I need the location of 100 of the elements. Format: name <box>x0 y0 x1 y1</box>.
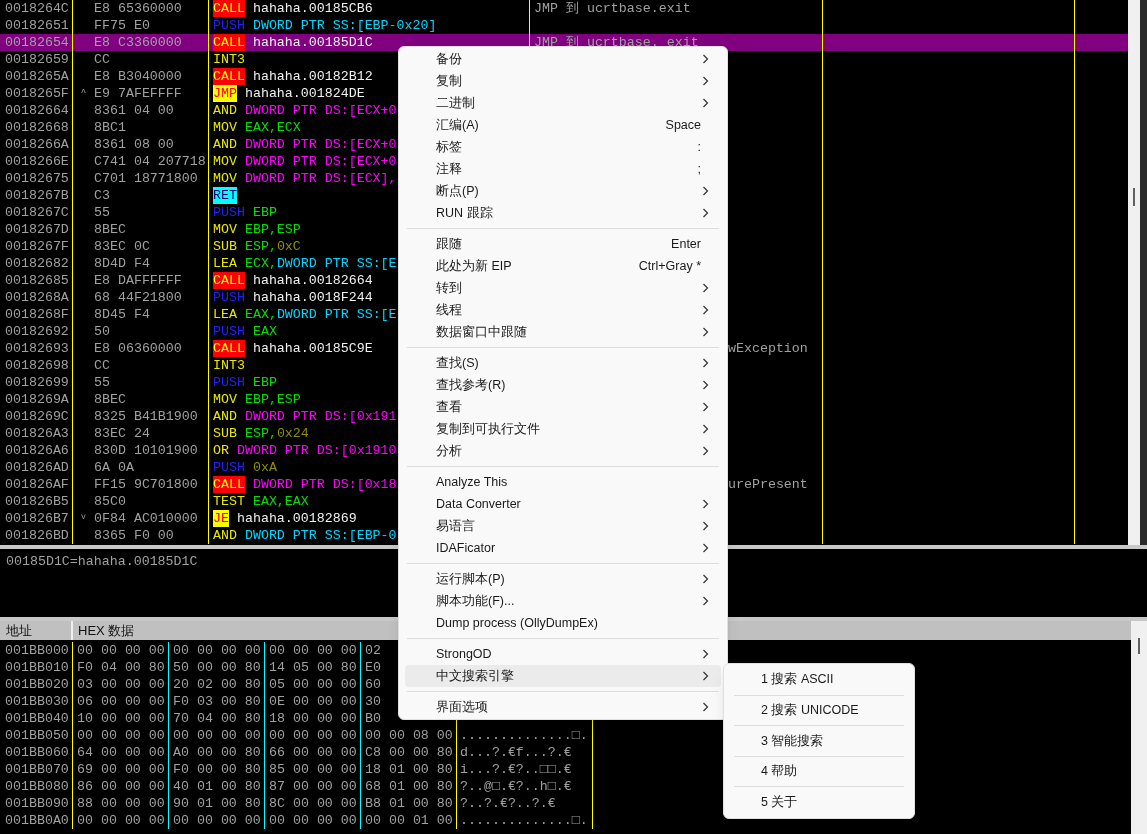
address-text: 00182659 <box>0 51 73 68</box>
menu-item[interactable]: 注释 ; <box>405 158 721 180</box>
hex-bytes: 68 44F21800 <box>94 289 182 306</box>
menu-item[interactable]: 标签 : <box>405 136 721 158</box>
menu-item[interactable]: 脚本功能(F)... <box>405 590 721 612</box>
menu-item[interactable]: 2 搜索 UNICODE <box>724 695 914 726</box>
hex-bytes: 00 00 00 00 <box>77 813 165 828</box>
menu-item[interactable]: 复制到可执行文件 <box>405 418 721 440</box>
menu-item[interactable]: Analyze This <box>405 471 721 493</box>
operand-text: DWORD PTR DS:[0x18 <box>252 476 397 493</box>
address-text: 0018266A <box>0 136 73 153</box>
mnemonic-text: INT3 <box>213 51 245 68</box>
hex-bytes: 830D 10101900 <box>94 442 198 459</box>
mnemonic-text: MOV <box>213 119 237 136</box>
shortcut-text: ; <box>697 160 701 178</box>
menu-item[interactable]: 5 关于 <box>724 787 914 817</box>
menu-item[interactable]: 线程 <box>405 299 721 321</box>
menu-item[interactable]: 中文搜索引擎 <box>405 665 721 687</box>
chevron-right-icon <box>702 499 709 509</box>
menu-item[interactable]: 数据窗口中跟随 <box>405 321 721 343</box>
menu-item[interactable]: 1 搜索 ASCII <box>724 665 914 695</box>
address-text: 001826B5 <box>0 493 73 510</box>
address-text: 001BB090 <box>0 795 73 812</box>
scrollbar[interactable] <box>1128 0 1140 545</box>
mnemonic-text: PUSH <box>213 17 245 34</box>
hex-bytes: FF75 E0 <box>94 17 150 34</box>
scrollbar[interactable] <box>1131 621 1147 834</box>
menu-item[interactable]: 二进制 <box>405 92 721 114</box>
hex-bytes: F0 04 00 80 <box>77 660 165 675</box>
menu-item[interactable]: 转到 <box>405 277 721 299</box>
hex-bytes: E8 C3360000 <box>94 34 182 51</box>
operand-text: EBP,ESP <box>244 221 301 238</box>
menu-item[interactable]: 运行脚本(P) <box>405 568 721 590</box>
menu-item[interactable]: 备份 <box>405 48 721 70</box>
hex-bytes: 05 00 00 00 <box>269 677 357 692</box>
hex-bytes: E9 7AFEFFFF <box>94 85 182 102</box>
menu-item[interactable]: 查看 <box>405 396 721 418</box>
menu-item[interactable]: 3 智能搜索 <box>724 726 914 756</box>
menu-item[interactable]: RUN 跟踪 <box>405 202 721 224</box>
hex-bytes: E8 B3040000 <box>94 68 182 85</box>
hex-bytes: 55 <box>94 204 110 221</box>
menu-item[interactable]: 汇编(A) Space <box>405 114 721 136</box>
menu-item[interactable]: StrongOD <box>405 643 721 665</box>
address-text: 0018269C <box>0 408 73 425</box>
hex-bytes: C8 00 00 80 <box>365 745 453 760</box>
address-text: 001BB020 <box>0 676 73 693</box>
hex-bytes: 88 00 00 00 <box>77 796 165 811</box>
address-text: 00182675 <box>0 170 73 187</box>
hex-bytes: FF15 9C701800 <box>94 476 198 493</box>
menu-item[interactable]: 此处为新 EIP Ctrl+Gray * <box>405 255 721 277</box>
menu-item[interactable]: IDAFicator <box>405 537 721 559</box>
address-text: 0018267D <box>0 221 73 238</box>
menu-item[interactable]: Dump process (OllyDumpEx) <box>405 612 721 634</box>
operand-text: EAX,DWORD PTR SS:[E <box>244 306 397 323</box>
hex-bytes: E8 06360000 <box>94 340 182 357</box>
menu-item[interactable]: Data Converter <box>405 493 721 515</box>
chevron-right-icon <box>702 54 709 64</box>
ascii-text: ?..@□.€?..h□.€ <box>460 779 572 794</box>
menu-item[interactable]: 复制 <box>405 70 721 92</box>
menu-item[interactable]: 断点(P) <box>405 180 721 202</box>
menu-item[interactable]: 查找参考(R) <box>405 374 721 396</box>
mnemonic-text: SUB <box>213 238 237 255</box>
address-text: 001826B7 <box>0 510 73 527</box>
column-header: HEX 数据 <box>77 622 135 640</box>
hex-bytes: 6A 0A <box>94 459 134 476</box>
operand-text: hahaha.00182B12 <box>252 68 373 85</box>
menu-item[interactable]: 易语言 <box>405 515 721 537</box>
hex-bytes: 90 01 00 80 <box>173 796 261 811</box>
chevron-right-icon <box>702 402 709 412</box>
operand-text: ESP,0x24 <box>244 425 309 442</box>
chevron-right-icon <box>702 98 709 108</box>
ascii-text: ..............□. <box>460 813 588 828</box>
menu-item[interactable]: 分析 <box>405 440 721 462</box>
operand-text: DWORD PTR DS:[ECX+0 <box>244 153 397 170</box>
operand-text: hahaha.00185D1C <box>252 34 373 51</box>
mnemonic-text: PUSH <box>213 323 245 340</box>
menu-item[interactable]: 4 帮助 <box>724 756 914 787</box>
ascii-text: ?..?.€?..?.€ <box>460 796 556 811</box>
ascii-text: i...?.€?..□□.€ <box>460 762 572 777</box>
ascii-text: ..............□. <box>460 728 588 743</box>
hex-bytes: CC <box>94 357 110 374</box>
mnemonic-text: TEST <box>213 493 245 510</box>
menu-item[interactable]: 界面选项 <box>405 696 721 718</box>
comment-text: JMP 到 ucrtbase.exit <box>534 0 691 17</box>
scrollbar-thumb[interactable] <box>1138 638 1140 654</box>
menu-item[interactable]: 查找(S) <box>405 352 721 374</box>
chevron-right-icon <box>702 424 709 434</box>
hex-bytes: 00 00 01 00 <box>365 813 453 828</box>
hex-bytes: C3 <box>94 187 110 204</box>
scrollbar-thumb[interactable] <box>1133 188 1135 206</box>
hex-bytes: 00 00 08 00 <box>365 728 453 743</box>
menu-item[interactable]: 跟随 Enter <box>405 233 721 255</box>
mnemonic-text: PUSH <box>213 374 245 391</box>
hex-bytes: 20 02 00 80 <box>173 677 261 692</box>
operand-text: EAX,EAX <box>252 493 309 510</box>
address-text: 001BB010 <box>0 659 73 676</box>
mnemonic-text: OR <box>213 442 229 459</box>
operand-text: hahaha.00182869 <box>236 510 357 527</box>
hex-bytes: 8BEC <box>94 391 126 408</box>
address-text: 001826BD <box>0 527 73 544</box>
